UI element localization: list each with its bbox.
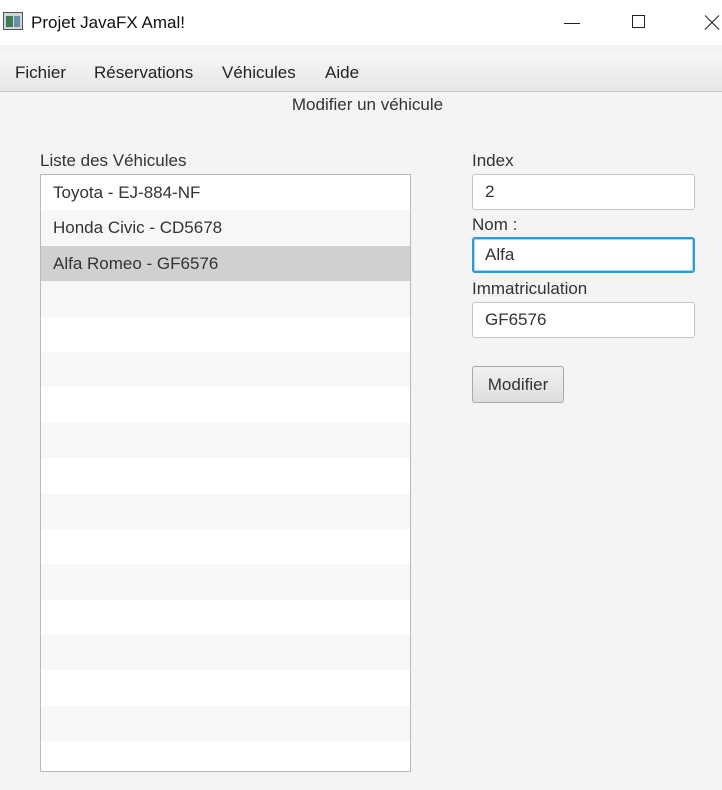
menu-aide[interactable]: Aide: [325, 63, 359, 83]
empty-list-row: [41, 635, 410, 671]
list-item[interactable]: Honda Civic - CD5678: [41, 210, 410, 246]
vehicle-list-label: Liste des Véhicules: [40, 151, 187, 170]
modifier-button[interactable]: Modifier: [472, 366, 564, 403]
list-item[interactable]: Toyota - EJ-884-NF: [41, 175, 410, 211]
empty-list-row: [41, 316, 410, 352]
empty-list-row: [41, 493, 410, 529]
vehicle-list[interactable]: Toyota - EJ-884-NF Honda Civic - CD5678 Al…: [40, 174, 411, 772]
empty-list-row: [41, 458, 410, 494]
app-icon: [3, 12, 23, 30]
empty-list-row: [41, 705, 410, 742]
empty-list-row: [41, 387, 410, 423]
list-item[interactable]: Alfa Romeo - GF6576: [41, 245, 410, 282]
index-label: Index: [472, 151, 514, 170]
empty-list-row: [41, 670, 410, 706]
menu-vehicules[interactable]: Véhicules: [222, 63, 296, 83]
window-title: Projet JavaFX Amal!: [31, 13, 186, 32]
immatriculation-field[interactable]: [472, 302, 695, 338]
page-title: Modifier un véhicule: [291, 95, 444, 114]
empty-list-row: [41, 351, 410, 388]
menu-reservations[interactable]: Réservations: [94, 63, 193, 83]
maximize-button[interactable]: [616, 0, 664, 45]
menu-fichier[interactable]: Fichier: [15, 63, 66, 83]
empty-list-row: [41, 564, 410, 600]
close-button[interactable]: [686, 0, 722, 45]
empty-list-row: [41, 599, 410, 636]
empty-list-row: [41, 528, 410, 565]
nom-field[interactable]: [472, 237, 695, 273]
empty-list-row: [41, 741, 410, 771]
immatriculation-label: Immatriculation: [472, 279, 588, 298]
menu-bar: Fichier Réservations Véhicules Aide: [0, 53, 722, 92]
nom-label: Nom :: [472, 215, 518, 234]
empty-list-row: [41, 281, 410, 317]
minimize-button[interactable]: [548, 0, 596, 45]
title-bar: Projet JavaFX Amal!: [0, 0, 722, 45]
index-field[interactable]: [472, 174, 695, 210]
empty-list-row: [41, 422, 410, 459]
